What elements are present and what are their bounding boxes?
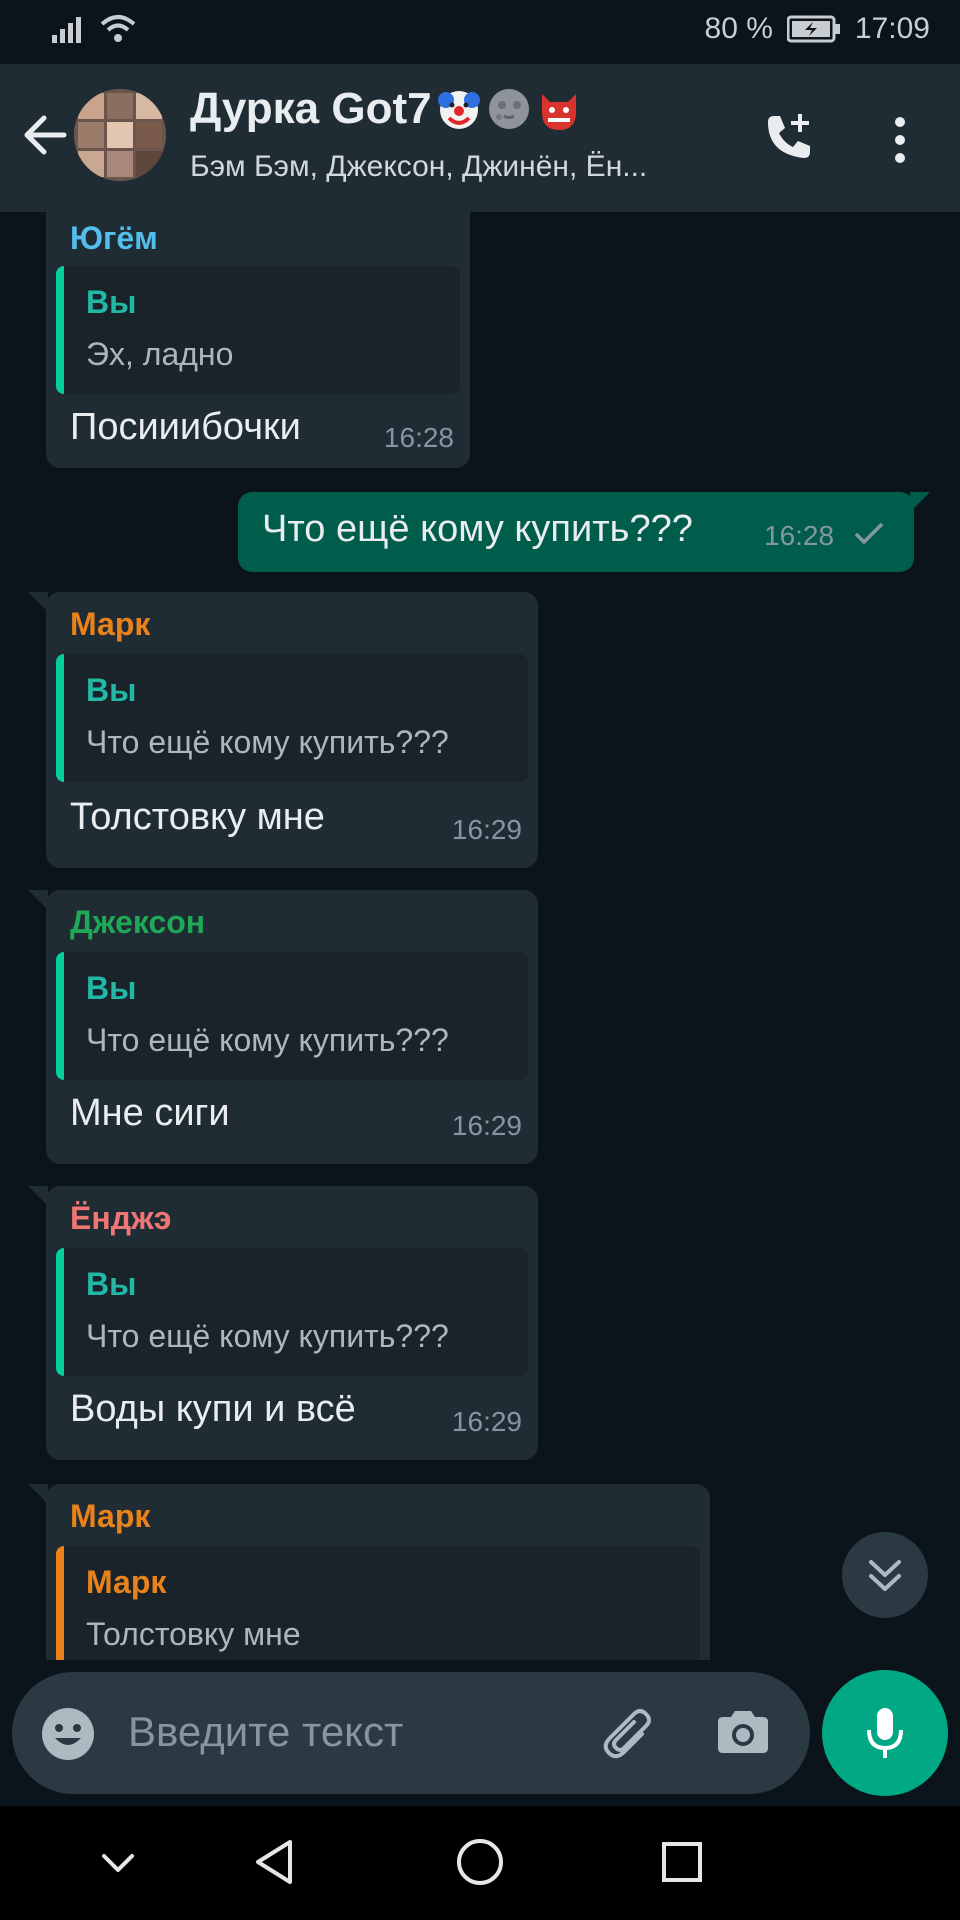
quote-author: Марк (86, 1564, 167, 1600)
quote-text: Что ещё кому купить??? (86, 1022, 449, 1058)
signal-icon (52, 17, 81, 43)
quote-text: Толстовку мне (86, 1616, 301, 1652)
sent-check-icon (854, 522, 884, 545)
quote-text: Эх, ладно (86, 336, 234, 372)
attach-icon[interactable] (600, 1704, 660, 1764)
ogre-icon (541, 94, 576, 130)
message-list[interactable]: Югём Вы Эх, ладно Посииибочки 16:28 Что … (0, 212, 960, 1660)
message-text: Мне сиги (70, 1092, 230, 1134)
message-text: Воды купи и всё (70, 1388, 356, 1430)
quoted-message[interactable]: Вы Что ещё кому купить??? (56, 654, 528, 782)
quoted-message[interactable]: Марк Толстовку мне (56, 1546, 700, 1660)
quoted-message[interactable]: Вы Что ещё кому купить??? (56, 1248, 528, 1376)
message-sender: Марк (70, 1498, 151, 1534)
quote-bar (56, 266, 64, 394)
chat-members[interactable]: Бэм Бэм, Джексон, Джинён, Ён... (190, 150, 730, 184)
message-time: 16:29 (451, 1406, 522, 1437)
quoted-message[interactable]: Вы Эх, ладно (56, 266, 460, 394)
incoming-message[interactable]: Джексон Вы Что ещё кому купить??? Мне си… (28, 890, 538, 1164)
message-time: 16:28 (764, 520, 835, 551)
bubble-tail (910, 492, 930, 512)
more-options-icon[interactable] (880, 112, 920, 168)
incoming-message[interactable]: Марк Вы Что ещё кому купить??? Толстовку… (28, 592, 538, 868)
scroll-to-bottom-button[interactable] (842, 1532, 928, 1618)
quote-author: Вы (86, 672, 137, 708)
quote-author: Вы (86, 970, 137, 1006)
group-avatar[interactable] (74, 89, 166, 181)
incoming-message[interactable]: Югём Вы Эх, ладно Посииибочки 16:28 (46, 212, 470, 468)
voice-message-button[interactable] (822, 1670, 948, 1796)
message-sender: Ёнджэ (70, 1200, 172, 1236)
incoming-message[interactable]: Марк Марк Толстовку мне (28, 1484, 710, 1660)
message-time: 16:29 (451, 1110, 522, 1141)
message-text: Толстовку мне (70, 796, 325, 838)
quote-bar (56, 654, 64, 782)
quote-author: Вы (86, 1266, 137, 1302)
status-time: 17:09 (854, 12, 930, 45)
quote-author: Вы (86, 284, 137, 320)
camera-icon[interactable] (712, 1702, 774, 1764)
quote-bar (56, 1248, 64, 1376)
nav-back-icon[interactable] (250, 1836, 298, 1888)
chat-title[interactable]: Дурка Got7 (190, 84, 582, 134)
message-time: 16:28 (383, 422, 454, 453)
emoji-icon[interactable] (40, 1706, 96, 1762)
bubble-tail (28, 1484, 48, 1504)
message-composer: Введите текст (12, 1672, 810, 1794)
quote-text: Что ещё кому купить??? (86, 724, 449, 760)
message-sender: Джексон (70, 904, 206, 940)
add-call-icon[interactable] (760, 110, 816, 166)
clown-face-icon (437, 91, 480, 129)
nav-home-icon[interactable] (454, 1836, 506, 1888)
battery-charging-icon (786, 15, 840, 43)
message-sender: Марк (70, 606, 151, 642)
chat-header: Дурка Got7 Бэм Бэм, Джексон, Джинён, Ён.… (0, 64, 960, 212)
wifi-icon (100, 15, 136, 42)
battery-percent: 80 % (704, 12, 773, 45)
message-sender: Югём (70, 220, 158, 256)
chat-title-text: Дурка Got7 (190, 84, 432, 133)
double-chevron-down-icon (869, 1560, 901, 1591)
quote-text: Что ещё кому купить??? (86, 1318, 449, 1354)
outgoing-message[interactable]: Что ещё кому купить??? 16:28 (238, 492, 930, 572)
message-text: Что ещё кому купить??? (262, 508, 693, 550)
incoming-message[interactable]: Ёнджэ Вы Что ещё кому купить??? Воды куп… (28, 1186, 538, 1460)
quote-bar (56, 952, 64, 1080)
message-text: Посииибочки (70, 406, 301, 448)
new-moon-face-icon (488, 89, 529, 129)
message-input[interactable]: Введите текст (128, 1708, 403, 1756)
bubble-tail (28, 1186, 48, 1206)
microphone-icon (867, 1708, 903, 1758)
bubble-tail (28, 592, 48, 612)
status-bar: 80 % 17:09 (0, 0, 960, 64)
quote-bar (56, 1546, 64, 1660)
system-navigation-bar (0, 1806, 960, 1920)
quoted-message[interactable]: Вы Что ещё кому купить??? (56, 952, 528, 1080)
hide-keyboard-chevron-icon[interactable] (96, 1840, 140, 1884)
bubble-tail (28, 890, 48, 910)
message-time: 16:29 (451, 814, 522, 845)
nav-recents-icon[interactable] (658, 1838, 706, 1886)
back-arrow-icon[interactable] (18, 108, 72, 162)
